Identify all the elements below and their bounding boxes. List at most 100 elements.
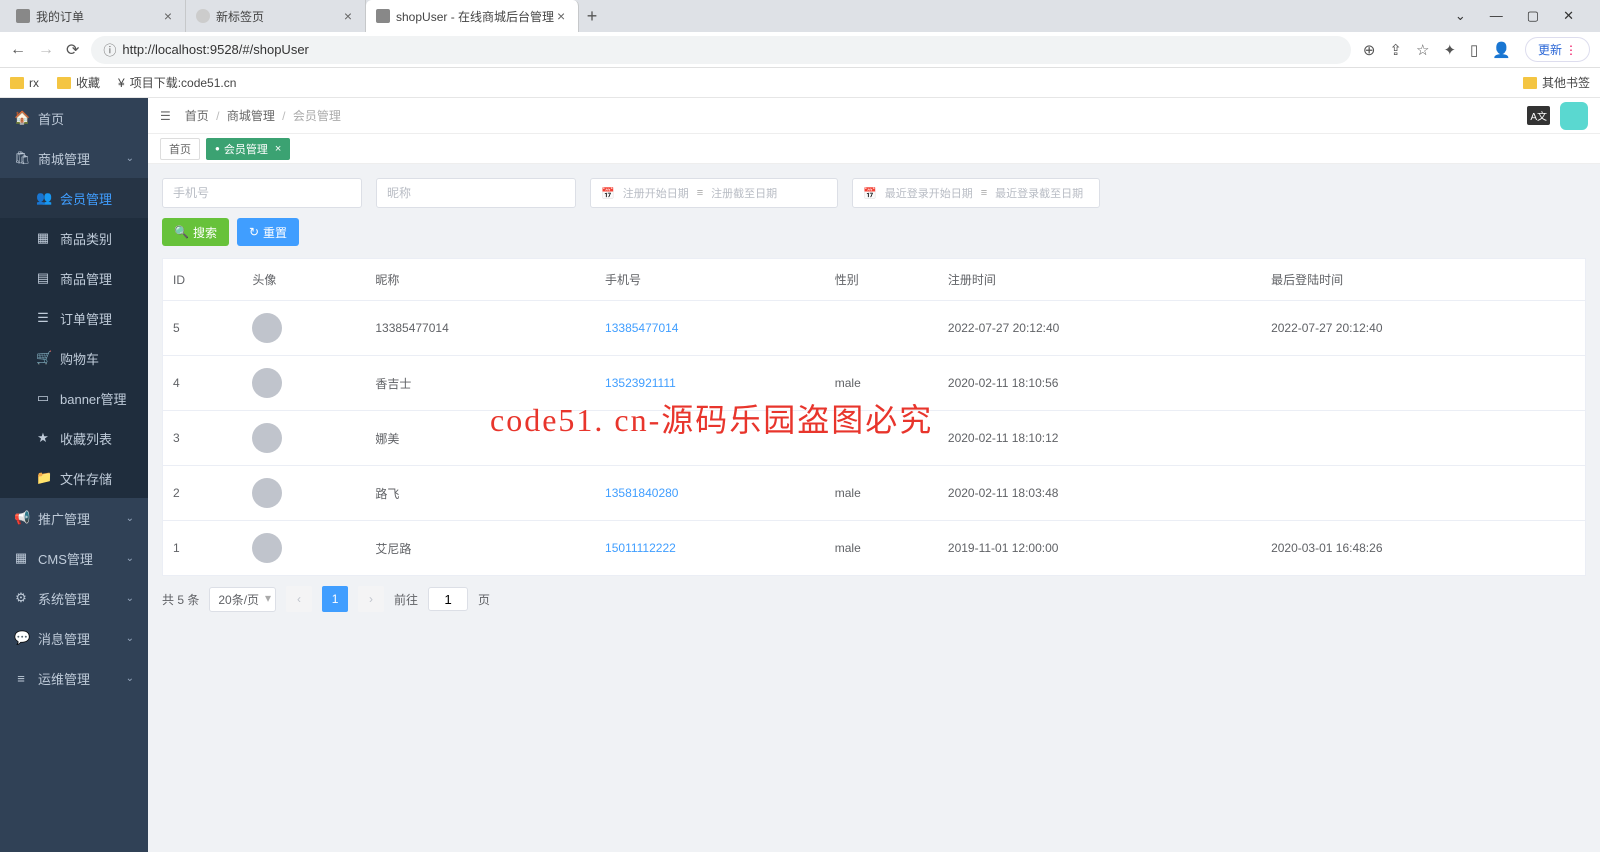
pager-next[interactable]: › — [358, 586, 384, 612]
sidebar-item[interactable]: 💬消息管理⌄ — [0, 618, 148, 658]
folder-icon — [1523, 77, 1537, 89]
cell-id: 2 — [163, 466, 243, 521]
profile-icon[interactable]: 👤 — [1492, 41, 1511, 59]
bookmark-item[interactable]: 收藏 — [57, 74, 100, 91]
sidebar-item[interactable]: 📁文件存储 — [0, 458, 148, 498]
menu-icon: ☰ — [36, 310, 50, 326]
sidebar-item[interactable]: 🏠首页 — [0, 98, 148, 138]
side-panel-icon[interactable]: ▯ — [1470, 41, 1478, 59]
info-icon: ⓘ — [103, 40, 116, 59]
breadcrumb-home[interactable]: 首页 — [185, 109, 209, 123]
sidebar-item[interactable]: ▤商品管理 — [0, 258, 148, 298]
phone-link[interactable]: 15011112222 — [605, 541, 676, 555]
browser-tab[interactable]: 新标签页 × — [186, 0, 366, 32]
chevron-down-icon: ⌄ — [126, 593, 134, 604]
register-date-range[interactable]: 📅 注册开始日期 ≡ 注册截至日期 — [590, 178, 838, 208]
reset-button[interactable]: ↻重置 — [237, 218, 299, 246]
new-tab-button[interactable]: + — [579, 6, 605, 27]
pager-prev[interactable]: ‹ — [286, 586, 312, 612]
breadcrumb-parent[interactable]: 商城管理 — [227, 109, 275, 123]
main-area: ☰ 首页 / 商城管理 / 会员管理 A文 首页 会员管理 × — [148, 98, 1600, 852]
pager-page[interactable]: 1 — [322, 586, 348, 612]
chevron-down-icon: ⌄ — [126, 673, 134, 684]
update-label: 更新 — [1538, 41, 1562, 58]
cell-id: 1 — [163, 521, 243, 576]
chevron-down-icon: ⌄ — [126, 553, 134, 564]
sidebar-item[interactable]: ⚙系统管理⌄ — [0, 578, 148, 618]
sidebar-item[interactable]: 🛍商城管理⌄ — [0, 138, 148, 178]
menu-icon: ▦ — [14, 550, 28, 566]
hamburger-icon[interactable]: ☰ — [160, 109, 171, 123]
col-avatar: 头像 — [242, 259, 365, 301]
col-phone: 手机号 — [595, 259, 825, 301]
phone-input[interactable] — [162, 178, 362, 208]
sidebar-item[interactable]: ≡运维管理⌄ — [0, 658, 148, 698]
back-button[interactable]: ← — [10, 41, 26, 59]
sidebar-item[interactable]: ▭banner管理 — [0, 378, 148, 418]
sidebar: 🏠首页🛍商城管理⌄👥会员管理▦商品类别▤商品管理☰订单管理🛒购物车▭banner… — [0, 98, 148, 852]
col-id: ID — [163, 259, 243, 301]
maximize-icon[interactable]: ▢ — [1527, 8, 1539, 24]
menu-label: 消息管理 — [38, 629, 90, 648]
forward-button[interactable]: → — [38, 41, 54, 59]
cell-phone: 15011112222 — [595, 521, 825, 576]
cell-gender: male — [825, 466, 938, 521]
table-header-row: ID 头像 昵称 手机号 性别 注册时间 最后登陆时间 — [163, 259, 1586, 301]
range-sep-icon: ≡ — [981, 187, 987, 199]
close-icon[interactable]: × — [275, 143, 281, 155]
sidebar-item[interactable]: 👥会员管理 — [0, 178, 148, 218]
extensions-icon[interactable]: ✦ — [1443, 41, 1456, 59]
nickname-input[interactable] — [376, 178, 576, 208]
sidebar-item[interactable]: ▦商品类别 — [0, 218, 148, 258]
page-tab-active[interactable]: 会员管理 × — [206, 138, 290, 160]
bookmark-item[interactable]: rx — [10, 76, 39, 90]
share-icon[interactable]: ⇪ — [1389, 41, 1402, 59]
page-size-select[interactable]: 20条/页 — [209, 587, 276, 612]
url-input[interactable]: ⓘ http://localhost:9528/#/shopUser — [91, 36, 1350, 64]
other-bookmarks[interactable]: 其他书签 — [1523, 74, 1590, 91]
bookmark-item[interactable]: ¥项目下载:code51.cn — [118, 74, 236, 91]
phone-link[interactable]: 13581840280 — [605, 486, 678, 500]
url-text: http://localhost:9528/#/shopUser — [122, 42, 308, 57]
update-button[interactable]: 更新 ⋮ — [1525, 37, 1590, 62]
menu-label: 推广管理 — [38, 509, 90, 528]
browser-tab[interactable]: 我的订单 × — [6, 0, 186, 32]
sidebar-item[interactable]: ★收藏列表 — [0, 418, 148, 458]
chevron-down-icon[interactable]: ⌄ — [1455, 8, 1466, 24]
app-container: 🏠首页🛍商城管理⌄👥会员管理▦商品类别▤商品管理☰订单管理🛒购物车▭banner… — [0, 98, 1600, 852]
page-tab-home[interactable]: 首页 — [160, 138, 200, 160]
phone-link[interactable]: 13523921111 — [605, 376, 676, 390]
phone-link[interactable]: 13385477014 — [605, 321, 678, 335]
close-icon[interactable]: × — [161, 8, 175, 24]
avatar[interactable] — [1560, 102, 1588, 130]
browser-tab-active[interactable]: shopUser - 在线商城后台管理 × — [366, 0, 579, 32]
breadcrumb-sep: / — [282, 109, 285, 123]
window-controls: ⌄ — ▢ ✕ — [1455, 8, 1594, 24]
pager-goto-input[interactable] — [428, 587, 468, 611]
search-button[interactable]: 🔍搜索 — [162, 218, 229, 246]
close-icon[interactable]: × — [341, 8, 355, 24]
cell-nick: 艾尼路 — [365, 521, 595, 576]
sidebar-item[interactable]: 🛒购物车 — [0, 338, 148, 378]
cell-last: 2022-07-27 20:12:40 — [1261, 301, 1585, 356]
close-icon[interactable]: ✕ — [1563, 8, 1574, 24]
menu-label: 购物车 — [60, 349, 99, 368]
minimize-icon[interactable]: — — [1490, 8, 1503, 24]
sidebar-item[interactable]: 📢推广管理⌄ — [0, 498, 148, 538]
lang-badge[interactable]: A文 — [1527, 106, 1550, 125]
reload-button[interactable]: ⟳ — [66, 40, 79, 60]
menu-icon: 🏠 — [14, 110, 28, 126]
sidebar-item[interactable]: ▦CMS管理⌄ — [0, 538, 148, 578]
cell-avatar — [242, 301, 365, 356]
sidebar-item[interactable]: ☰订单管理 — [0, 298, 148, 338]
menu-label: 运维管理 — [38, 669, 90, 688]
favicon — [16, 9, 30, 23]
star-icon[interactable]: ☆ — [1416, 41, 1429, 59]
cell-nick: 香吉士 — [365, 356, 595, 411]
menu-icon: ▦ — [36, 230, 50, 246]
date-end-ph: 最近登录截至日期 — [995, 185, 1083, 201]
login-date-range[interactable]: 📅 最近登录开始日期 ≡ 最近登录截至日期 — [852, 178, 1100, 208]
zoom-icon[interactable]: ⊕ — [1363, 41, 1376, 59]
close-icon[interactable]: × — [554, 8, 568, 24]
favicon — [376, 9, 390, 23]
